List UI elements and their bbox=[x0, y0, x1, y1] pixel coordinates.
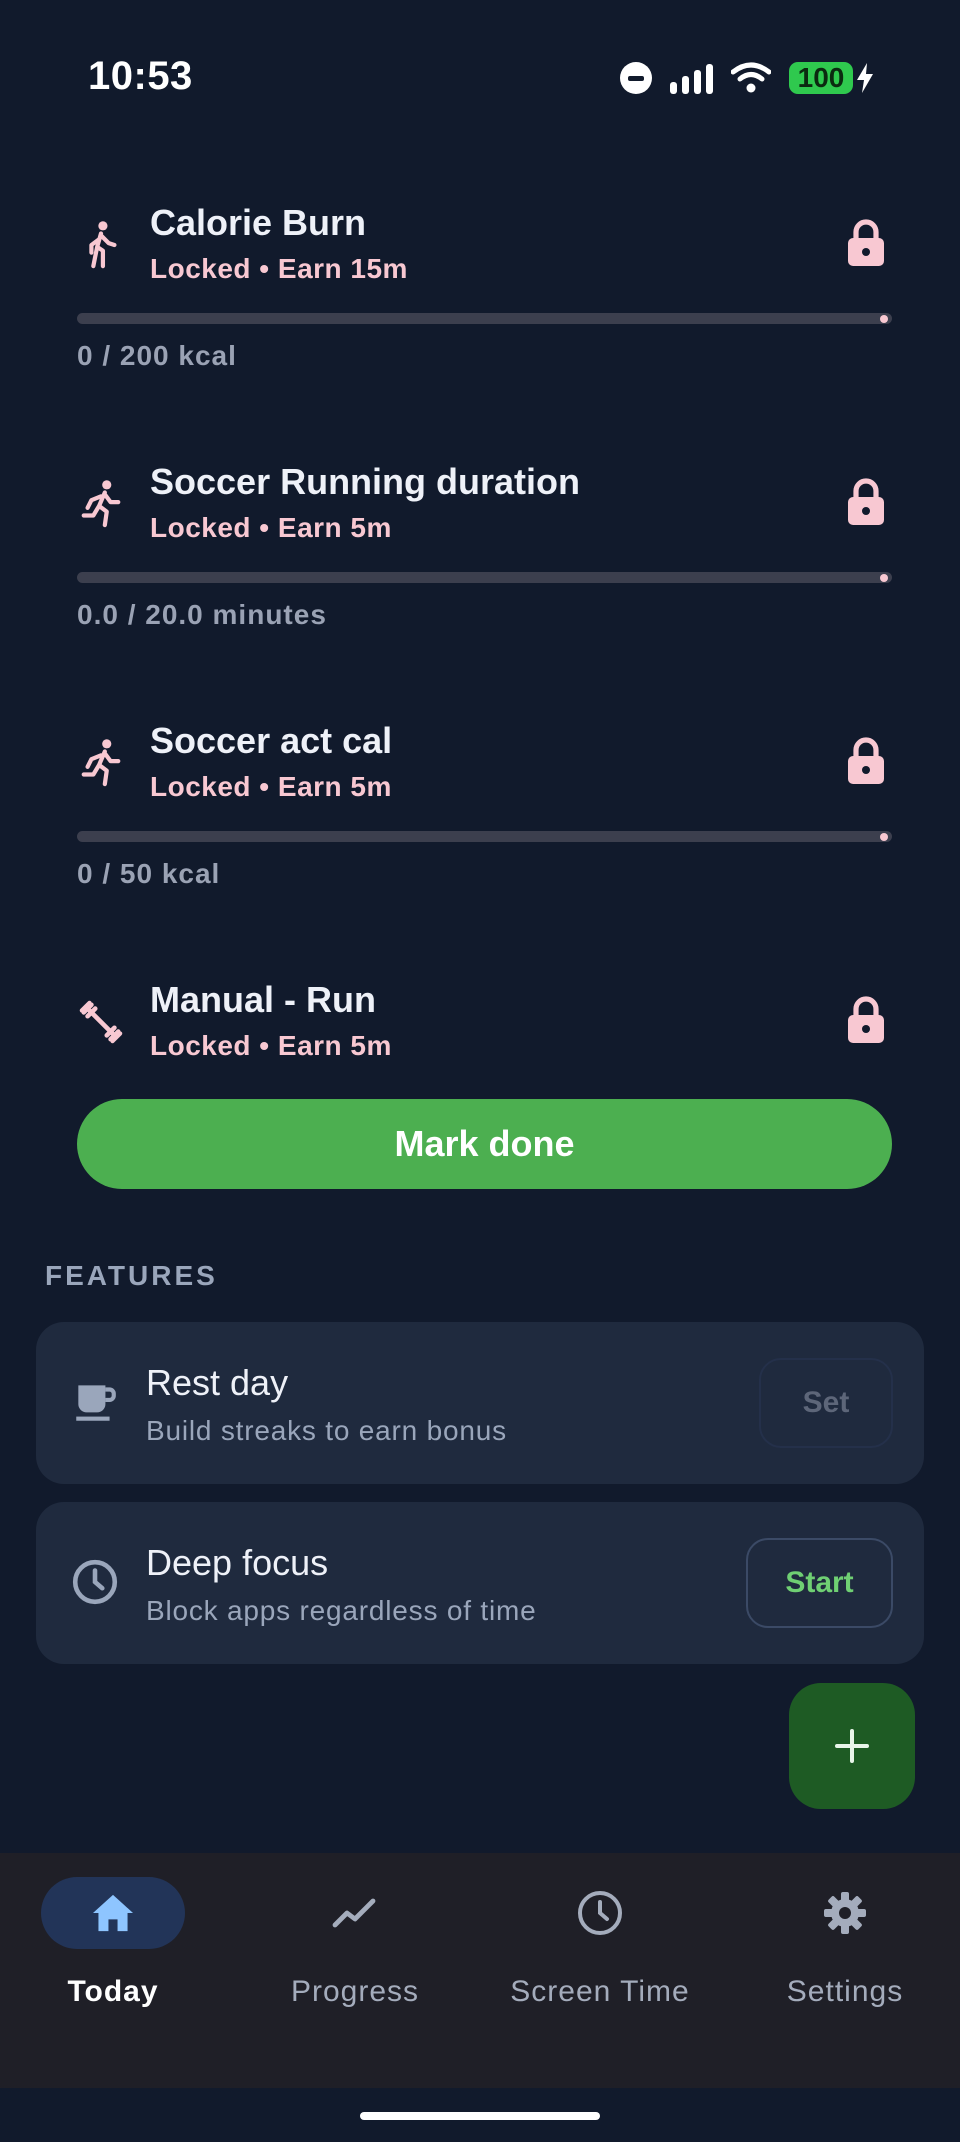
nav-today[interactable]: Today bbox=[3, 1877, 223, 2027]
nav-active-indicator bbox=[41, 1877, 185, 1949]
clock-icon bbox=[578, 1891, 622, 1935]
home-icon bbox=[93, 1894, 133, 1932]
wifi-icon bbox=[731, 62, 771, 93]
progress-bar bbox=[77, 572, 892, 583]
deep-focus-title: Deep focus bbox=[146, 1542, 329, 1583]
cell-signal-icon bbox=[670, 62, 713, 94]
goal-progress-text: 0 / 200 kcal bbox=[77, 340, 237, 371]
lock-icon bbox=[848, 996, 884, 1043]
dumbbell-icon bbox=[79, 1000, 123, 1044]
home-indicator[interactable] bbox=[360, 2112, 600, 2120]
add-goal-fab[interactable] bbox=[789, 1683, 915, 1809]
charging-bolt-icon bbox=[857, 63, 873, 93]
nav-screen-time[interactable]: Screen Time bbox=[490, 1877, 710, 2027]
nav-settings[interactable]: Settings bbox=[735, 1877, 955, 2027]
goal-title: Soccer Running duration bbox=[150, 461, 581, 502]
start-deep-focus-button[interactable]: Start bbox=[746, 1538, 893, 1628]
set-rest-day-button[interactable]: Set bbox=[759, 1358, 893, 1448]
battery-indicator: 100 bbox=[789, 62, 874, 94]
run-icon bbox=[81, 739, 121, 787]
goal-status: Locked • Earn 5m bbox=[150, 771, 392, 802]
goal-calorie-burn[interactable]: Calorie Burn Locked • Earn 15m 0 / 200 k… bbox=[0, 190, 960, 380]
nav-progress[interactable]: Progress bbox=[245, 1877, 465, 2027]
goal-progress-text: 0.0 / 20.0 minutes bbox=[77, 599, 327, 630]
lock-icon bbox=[848, 737, 884, 784]
coffee-cup-icon bbox=[76, 1385, 116, 1421]
goal-manual-run[interactable]: Manual - Run Locked • Earn 5m bbox=[0, 967, 960, 1067]
run-icon bbox=[81, 480, 121, 528]
rest-day-card: Rest day Build streaks to earn bonus Set bbox=[36, 1322, 924, 1484]
status-bar: 10:53 100 bbox=[0, 0, 960, 150]
goal-title: Soccer act cal bbox=[150, 720, 393, 761]
clock-icon bbox=[72, 1559, 118, 1605]
features-section-label: FEATURES bbox=[45, 1260, 218, 1291]
lock-icon bbox=[848, 219, 884, 266]
gear-icon bbox=[824, 1892, 866, 1934]
do-not-disturb-icon bbox=[620, 62, 652, 94]
bottom-navigation: Today Progress Screen Time Settings bbox=[0, 1853, 960, 2088]
rest-day-subtitle: Build streaks to earn bonus bbox=[146, 1415, 507, 1446]
lock-icon bbox=[848, 478, 884, 525]
nav-label: Settings bbox=[786, 1975, 904, 2008]
plus-icon bbox=[835, 1729, 869, 1763]
goal-soccer-act-cal[interactable]: Soccer act cal Locked • Earn 5m 0 / 50 k… bbox=[0, 708, 960, 898]
goal-progress-text: 0 / 50 kcal bbox=[77, 858, 221, 889]
goal-soccer-running-duration[interactable]: Soccer Running duration Locked • Earn 5m… bbox=[0, 449, 960, 639]
deep-focus-card: Deep focus Block apps regardless of time… bbox=[36, 1502, 924, 1664]
nav-label: Screen Time bbox=[510, 1975, 690, 2008]
nav-label: Today bbox=[67, 1975, 159, 2008]
goal-status: Locked • Earn 5m bbox=[150, 512, 392, 543]
goal-status: Locked • Earn 5m bbox=[150, 1030, 392, 1061]
nav-label: Progress bbox=[290, 1975, 420, 2008]
goal-title: Manual - Run bbox=[150, 979, 376, 1020]
goal-title: Calorie Burn bbox=[150, 202, 367, 243]
status-time: 10:53 bbox=[88, 54, 193, 98]
walk-icon bbox=[89, 221, 117, 269]
trending-icon bbox=[332, 1898, 376, 1928]
deep-focus-subtitle: Block apps regardless of time bbox=[146, 1595, 537, 1626]
status-icons: 100 bbox=[620, 56, 874, 100]
battery-level: 100 bbox=[789, 62, 853, 94]
goal-status: Locked • Earn 15m bbox=[150, 253, 408, 284]
rest-day-title: Rest day bbox=[146, 1362, 289, 1403]
progress-bar bbox=[77, 313, 892, 324]
mark-done-button[interactable]: Mark done bbox=[77, 1099, 892, 1189]
progress-bar bbox=[77, 831, 892, 842]
